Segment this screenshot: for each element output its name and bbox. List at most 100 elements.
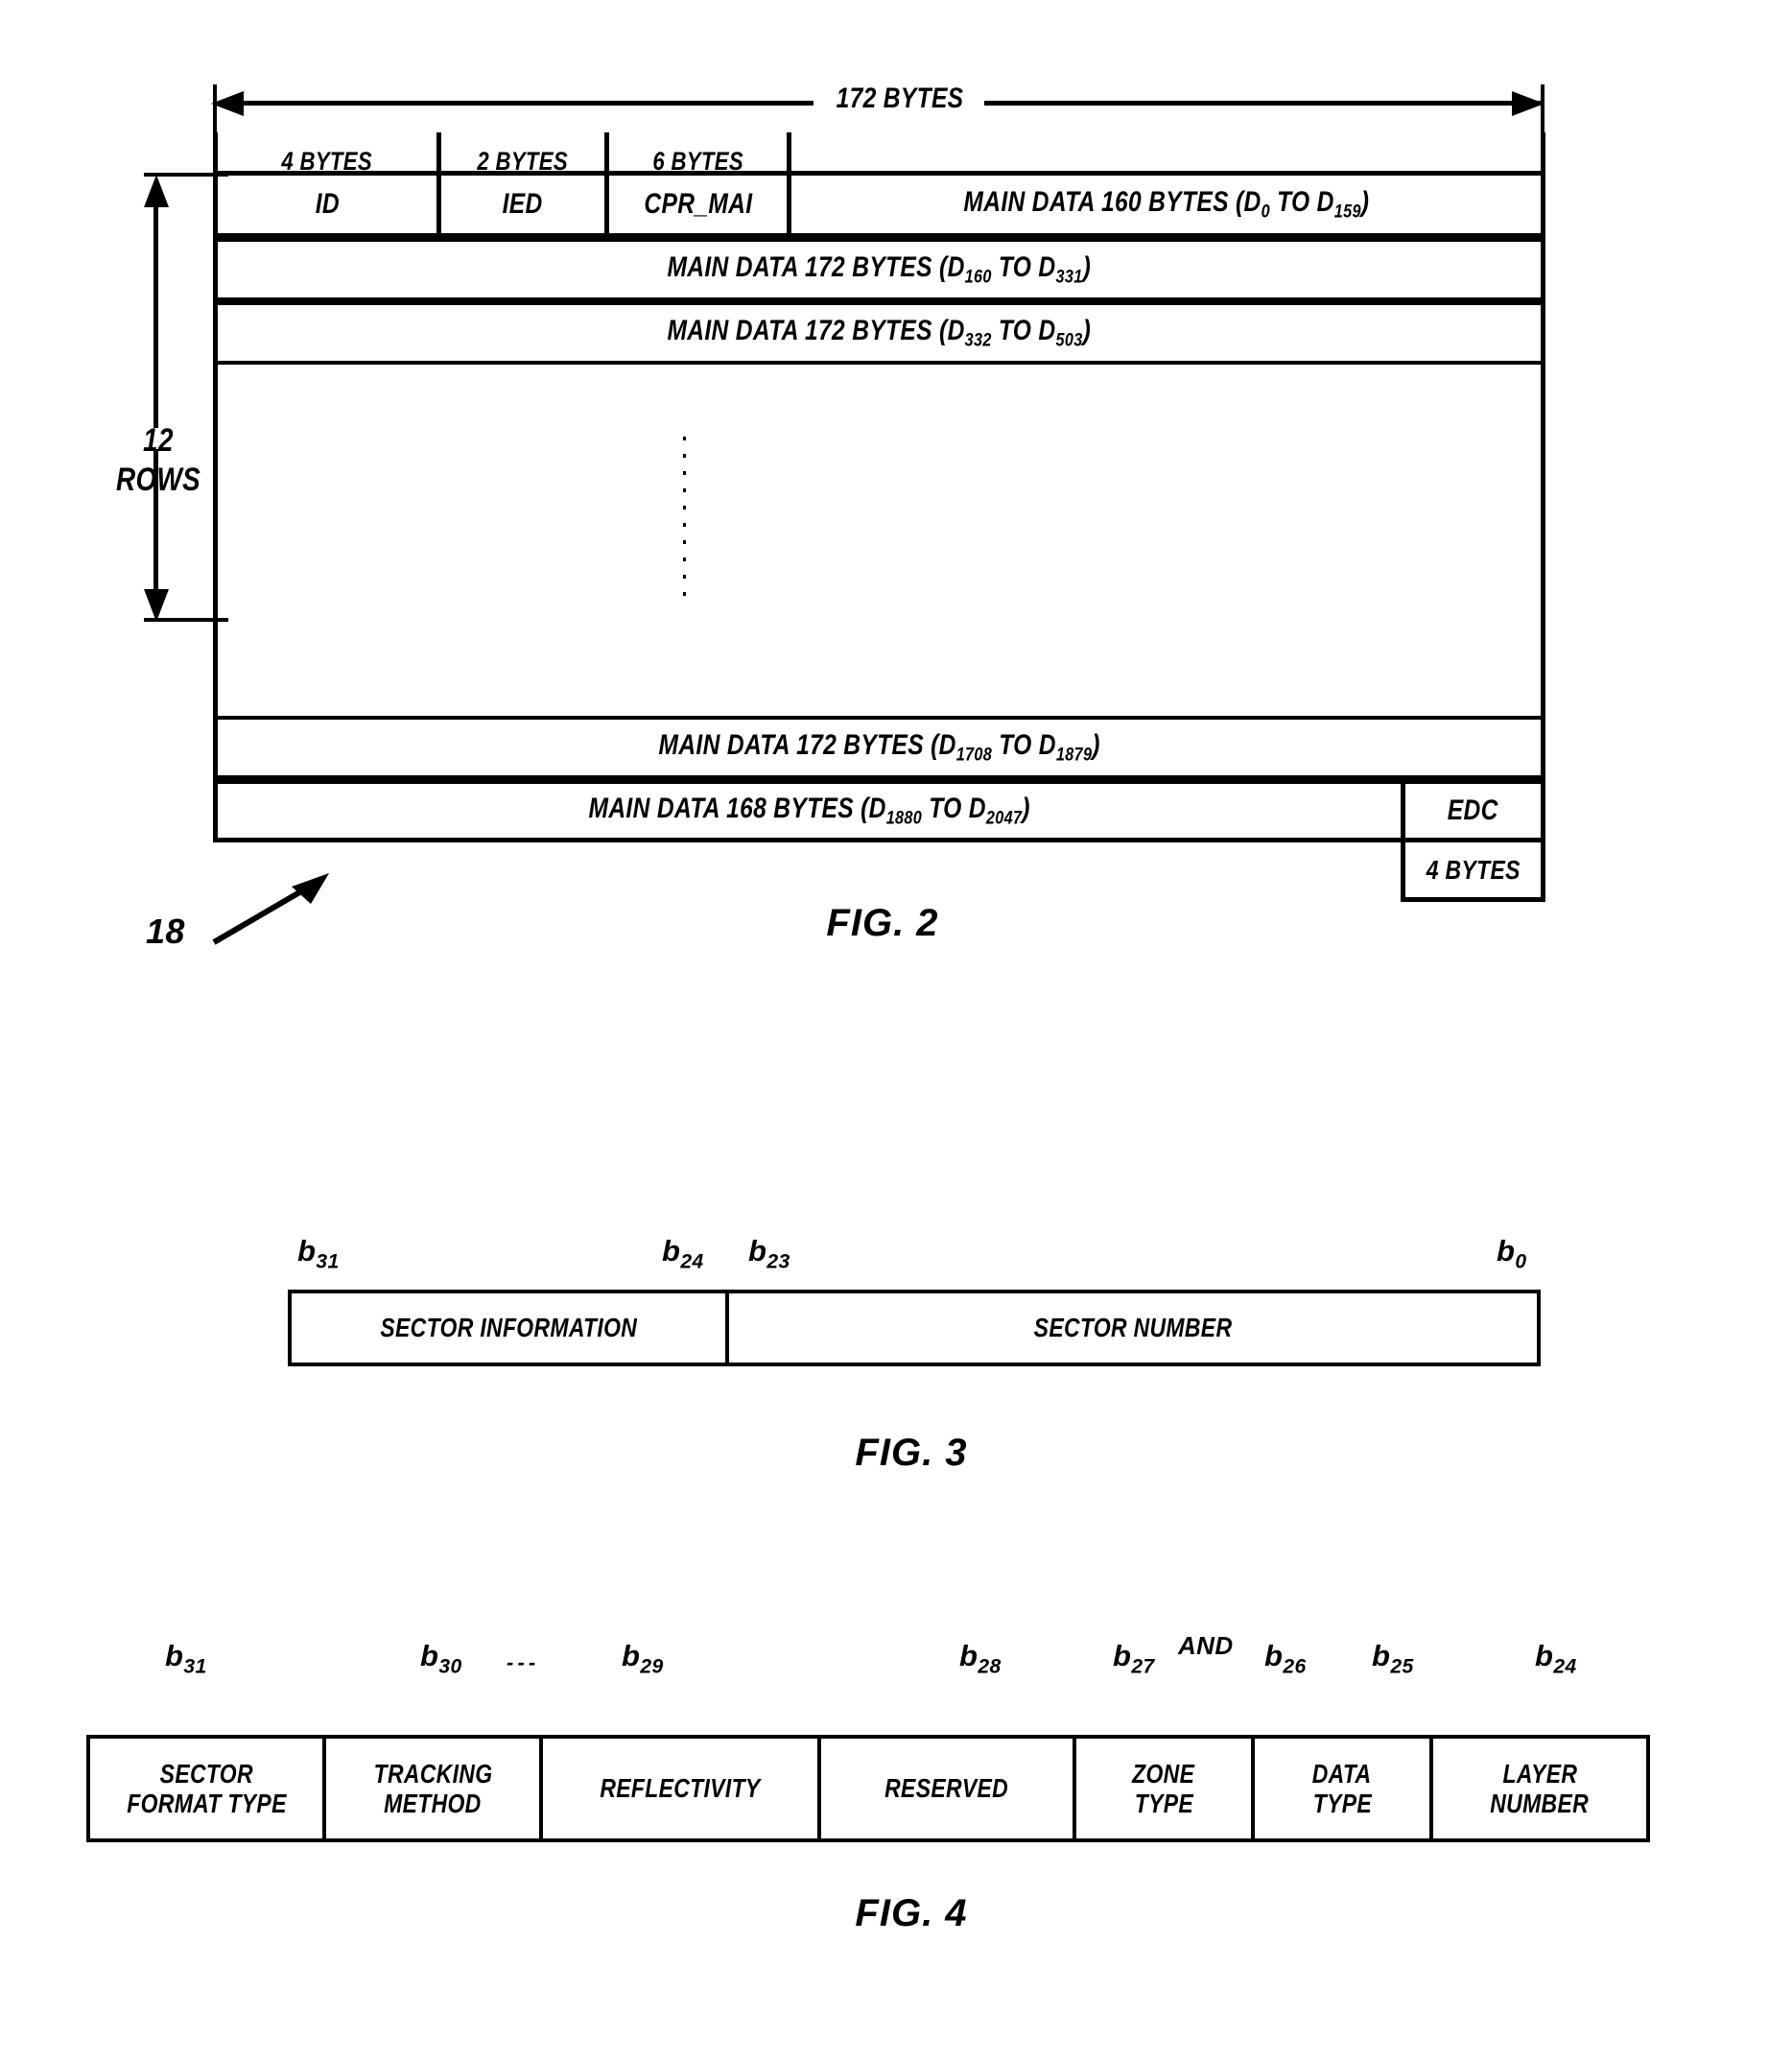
fig3-bit-b23-base: b: [748, 1234, 767, 1268]
fig2-rows-arrowhead-down: [144, 589, 169, 622]
fig2-data-row-1-text: MAIN DATA 172 BYTES (D160 TO D331): [668, 251, 1092, 289]
figure-2: 172 BYTES 12 ROWS 4 BYTES 2 BYTES 6 BYTE…: [0, 0, 1792, 998]
fig2-data-row-4-to: 2047: [985, 807, 1023, 829]
fig2-rows-number: 12: [143, 422, 174, 459]
fig2-field-id-label: ID: [315, 188, 340, 220]
fig2-data-row-4-prefix: MAIN DATA 168 BYTES (D: [588, 792, 886, 824]
fig2-field-ied-label: IED: [503, 188, 543, 220]
fig4-bit-ellipsis-text: - - -: [507, 1650, 535, 1674]
fig2-total-width-text: 172 BYTES: [836, 83, 964, 114]
fig2-data-row-0-from: 0: [1261, 201, 1270, 223]
fig4-bit-b30-sub: 30: [438, 1655, 462, 1678]
fig3-field-sector-information: SECTOR INFORMATION: [288, 1290, 729, 1366]
fig2-dim-arrowhead-left: [211, 91, 244, 116]
fig4-bit-label-b26: b26: [1264, 1639, 1307, 1679]
fig2-edc-size-label: 4 BYTES: [1426, 854, 1521, 885]
fig2-data-row-3-to: 1879: [1055, 744, 1093, 766]
fig4-bit-b29-base: b: [622, 1639, 641, 1672]
fig3-bit-b24-sub: 24: [680, 1250, 704, 1273]
fig2-ellipsis-region: [213, 365, 1545, 530]
fig4-bit-ellipsis: - - -: [507, 1643, 535, 1677]
fig2-caption-text: FIG. 2: [826, 902, 939, 944]
fig4-bit-b24-sub: 24: [1553, 1655, 1577, 1678]
fig3-bit-b31-sub: 31: [316, 1250, 340, 1273]
fig4-field-4-line1: ZONE: [1132, 1758, 1195, 1789]
fig2-data-row-3-prefix: MAIN DATA 172 BYTES (D: [658, 728, 956, 761]
fig3-caption: FIG. 3: [758, 1432, 1065, 1475]
fig2-data-row-2-from: 332: [964, 329, 992, 351]
fig2-field-id: ID: [218, 173, 436, 236]
fig4-field-zone-type: ZONE TYPE: [1073, 1735, 1255, 1842]
fig4-field-0-line1: SECTOR: [159, 1758, 253, 1789]
fig2-rows-dim-line-upper: [153, 188, 158, 428]
fig4-bit-label-b27: b27: [1113, 1639, 1155, 1679]
fig4-bit-b26-sub: 26: [1283, 1655, 1307, 1678]
fig2-data-row-2-text: MAIN DATA 172 BYTES (D332 TO D503): [668, 315, 1092, 352]
fig2-data-row-4-suffix: ): [1022, 792, 1030, 824]
fig2-data-row-0: MAIN DATA 160 BYTES (D0 TO D159): [791, 173, 1541, 236]
fig4-caption: FIG. 4: [758, 1892, 1065, 1935]
fig3-bit-b23-sub: 23: [766, 1250, 790, 1273]
fig2-edc-size-cell: 4 BYTES: [1401, 842, 1545, 902]
fig4-bit-label-b28: b28: [959, 1639, 1002, 1679]
figure-4: b31 b30 - - - b29 b28 b27 AND b26 b25 b2…: [0, 1622, 1792, 2025]
fig4-caption-text: FIG. 4: [855, 1892, 968, 1934]
fig2-vertical-ellipsis: [683, 437, 686, 609]
fig2-data-row-2-prefix: MAIN DATA 172 BYTES (D: [667, 314, 965, 346]
fig3-bit-label-b24: b24: [662, 1234, 704, 1274]
fig4-bit-label-b31: b31: [165, 1639, 207, 1679]
fig4-bit-label-b30: b30: [420, 1639, 462, 1679]
fig2-data-row-1-to: 331: [1055, 266, 1083, 288]
fig4-field-reflectivity: REFLECTIVITY: [539, 1735, 821, 1842]
fig4-field-1-line1: TRACKING: [373, 1758, 492, 1789]
fig3-bit-label-b0: b0: [1497, 1234, 1526, 1274]
fig4-field-4-line2: TYPE: [1134, 1789, 1193, 1818]
fig2-data-row-2-suffix: ): [1082, 314, 1092, 346]
fig3-bit-b24-base: b: [662, 1234, 681, 1268]
fig2-data-row-2-mid: TO D: [991, 314, 1056, 346]
fig2-field-cpr-mai-label: CPR_MAI: [643, 188, 753, 220]
fig2-data-row-4-mid: TO D: [921, 792, 986, 824]
fig4-field-1-line2: METHOD: [384, 1789, 482, 1818]
fig4-bit-b29-sub: 29: [640, 1655, 664, 1678]
fig4-field-sector-format-type: SECTOR FORMAT TYPE: [86, 1735, 326, 1842]
fig4-field-0-line2: FORMAT TYPE: [126, 1789, 287, 1818]
fig4-field-reserved: RESERVED: [817, 1735, 1076, 1842]
fig4-field-layer-number: LAYER NUMBER: [1429, 1735, 1650, 1842]
fig4-field-3-line1: RESERVED: [884, 1773, 1009, 1804]
fig4-bit-b28-sub: 28: [978, 1655, 1002, 1678]
fig4-field-5-line2: TYPE: [1312, 1789, 1372, 1818]
fig2-data-row-0-mid: TO D: [1269, 185, 1334, 218]
fig2-data-row-4-cell: MAIN DATA 168 BYTES (D1880 TO D2047): [218, 781, 1401, 841]
fig2-dim-line-right: [984, 101, 1543, 106]
fig2-dim-line-left: [226, 101, 813, 106]
fig3-caption-text: FIG. 3: [855, 1432, 968, 1474]
fig3-field-sector-information-label: SECTOR INFORMATION: [380, 1313, 637, 1343]
fig4-bit-b31-base: b: [165, 1639, 184, 1672]
fig2-data-row-0-suffix: ): [1360, 185, 1369, 218]
fig4-bit-b27-base: b: [1113, 1639, 1132, 1672]
fig2-rows-label: 12 ROWS: [86, 422, 230, 499]
fig2-data-row-0-to: 159: [1333, 201, 1361, 223]
fig4-bit-b28-base: b: [959, 1639, 979, 1672]
fig2-data-row-0-prefix: MAIN DATA 160 BYTES (D: [963, 185, 1261, 218]
fig2-data-row-1-from: 160: [964, 266, 992, 288]
fig4-bit-and-word: AND: [1178, 1627, 1234, 1662]
fig2-field-ied: IED: [441, 173, 604, 236]
fig3-bit-b0-sub: 0: [1515, 1250, 1527, 1273]
fig2-reference-numeral: 18: [146, 912, 185, 951]
fig2-data-row-3-mid: TO D: [991, 728, 1056, 761]
fig4-bit-label-b29: b29: [622, 1639, 664, 1679]
fig2-data-row-1-suffix: ): [1082, 250, 1092, 283]
fig4-field-5-line1: DATA: [1312, 1758, 1372, 1789]
fig2-data-row-3-from: 1708: [955, 744, 992, 766]
fig2-data-row-1: MAIN DATA 172 BYTES (D160 TO D331): [213, 238, 1545, 301]
fig4-bit-b26-base: b: [1264, 1639, 1284, 1672]
fig2-total-width-label: 172 BYTES: [813, 83, 986, 115]
fig4-bit-and-text: AND: [1178, 1631, 1234, 1660]
fig3-field-sector-number: SECTOR NUMBER: [725, 1290, 1541, 1366]
fig2-data-row-4-from: 1880: [885, 807, 922, 829]
fig3-bit-label-b23: b23: [748, 1234, 790, 1274]
fig4-field-data-type: DATA TYPE: [1251, 1735, 1433, 1842]
fig2-data-row-1-prefix: MAIN DATA 172 BYTES (D: [667, 250, 965, 283]
